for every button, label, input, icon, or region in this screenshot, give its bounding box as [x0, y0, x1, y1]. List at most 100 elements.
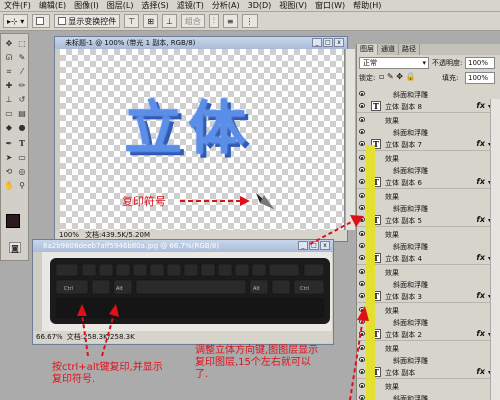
layer-effect-row[interactable]: 效果 — [357, 380, 491, 392]
move-tool-preset[interactable]: ▸⊹ ▾ — [3, 14, 29, 28]
distribute-h-button[interactable]: ≡ — [222, 14, 238, 28]
menu-item[interactable]: 图层(L) — [107, 0, 134, 12]
fx-icon[interactable]: fx — [476, 139, 485, 148]
eye-icon[interactable] — [359, 167, 365, 172]
menu-item[interactable]: 视图(V) — [279, 0, 307, 12]
fx-icon[interactable]: fx — [476, 291, 485, 300]
eye-icon[interactable] — [359, 269, 365, 274]
quick-mask-icon[interactable]: ◙ — [9, 242, 21, 253]
menu-item[interactable]: 图像(I) — [74, 0, 99, 12]
brush-tool-icon[interactable]: ✏ — [16, 80, 28, 91]
eye-icon[interactable] — [359, 155, 365, 160]
zoom-tool-icon[interactable]: ⚲ — [16, 180, 28, 191]
align-bottom-button[interactable]: ⊥ — [161, 14, 177, 28]
eye-icon[interactable] — [359, 129, 365, 134]
tab-paths[interactable]: 路径 — [399, 44, 420, 55]
layer-effect-row[interactable]: 斜面和浮雕 — [357, 354, 491, 366]
align-middle-button[interactable]: ⊞ — [143, 14, 158, 28]
layer-effect-row[interactable]: 效果 — [357, 266, 491, 278]
layers-scrollbar[interactable] — [490, 99, 500, 400]
maximize-icon[interactable]: □ — [323, 38, 333, 47]
eye-icon[interactable] — [359, 193, 365, 198]
fx-icon[interactable]: fx — [476, 101, 485, 110]
3d-rotate-icon[interactable]: ⟲ — [3, 166, 15, 177]
canvas[interactable]: 立体 立体 复印符号 — [60, 49, 345, 230]
menu-item[interactable]: 3D(D) — [248, 0, 272, 12]
show-transform-checkbox[interactable]: 显示变换控件 — [54, 14, 121, 28]
3d-orbit-icon[interactable]: ◎ — [16, 166, 28, 177]
menu-item[interactable]: 分析(A) — [212, 0, 240, 12]
menu-item[interactable]: 滤镜(T) — [177, 0, 204, 12]
layer-effect-row[interactable]: 效果 — [357, 190, 491, 202]
opacity-field[interactable]: 100% — [465, 57, 495, 69]
menu-item[interactable]: 编辑(E) — [39, 0, 66, 12]
layer-effect-row[interactable]: 斜面和浮雕 — [357, 88, 491, 100]
menu-item[interactable]: 窗口(W) — [315, 0, 345, 12]
eye-icon[interactable] — [359, 255, 365, 260]
layer-row[interactable]: T立体 副本 6fx▾ — [357, 176, 491, 189]
layer-effect-row[interactable]: 效果 — [357, 114, 491, 126]
foreground-color-swatch[interactable] — [6, 214, 20, 228]
blur-tool-icon[interactable]: ◆ — [3, 122, 15, 133]
menu-item[interactable]: 帮助(H) — [353, 0, 381, 12]
eye-icon[interactable] — [359, 141, 365, 146]
stamp-tool-icon[interactable]: ⊥ — [3, 94, 15, 105]
close-icon[interactable]: x — [334, 38, 344, 47]
fx-icon[interactable]: fx — [476, 253, 485, 262]
combine-button[interactable]: 组合 — [180, 14, 205, 28]
canvas-scrollbar[interactable] — [345, 49, 355, 230]
type-tool-icon[interactable]: T — [16, 138, 28, 149]
tab-layers[interactable]: 图层 — [357, 44, 378, 55]
pen-tool-icon[interactable]: ✒ — [3, 138, 15, 149]
layer-effect-row[interactable]: 效果 — [357, 342, 491, 354]
distribute-v-button[interactable]: ⋮ — [241, 14, 258, 28]
history-brush-icon[interactable]: ↺ — [16, 94, 28, 105]
align-top-button[interactable]: ⊤ — [124, 14, 140, 28]
layer-effect-row[interactable]: 斜面和浮雕 — [357, 278, 491, 290]
menu-item[interactable]: 文件(F) — [4, 0, 31, 12]
layer-effect-row[interactable]: 斜面和浮雕 — [357, 126, 491, 138]
move-tool-icon[interactable]: ✥ — [3, 38, 15, 49]
zoom-level[interactable]: 66.67% — [36, 331, 63, 343]
layer-effect-row[interactable]: 效果 — [357, 228, 491, 240]
path-select-icon[interactable]: ➤ — [3, 152, 15, 163]
auto-select-checkbox[interactable] — [32, 14, 51, 28]
layer-row[interactable]: T立体 副本 8fx▾ — [357, 100, 491, 113]
fx-icon[interactable]: fx — [476, 215, 485, 224]
minimize-icon[interactable]: _ — [312, 38, 322, 47]
dodge-tool-icon[interactable]: ● — [16, 122, 28, 133]
eye-icon[interactable] — [359, 117, 365, 122]
eyedropper-icon[interactable]: ⁄ — [16, 66, 28, 77]
layer-row[interactable]: T立体 副本 4fx▾ — [357, 252, 491, 265]
layer-effect-row[interactable]: 斜面和浮雕 — [357, 392, 491, 400]
layer-effect-row[interactable]: 斜面和浮雕 — [357, 240, 491, 252]
fx-icon[interactable]: fx — [476, 329, 485, 338]
fill-field[interactable]: 100% — [465, 72, 495, 84]
shape-tool-icon[interactable]: ▭ — [16, 152, 28, 163]
document-title[interactable]: 未标题-1 @ 100% (带光 1 副本, RGB/8) — [55, 37, 347, 49]
eye-icon[interactable] — [359, 281, 365, 286]
blend-mode-select[interactable]: 正常 ▾ — [359, 57, 429, 69]
quick-select-icon[interactable]: ✎ — [16, 52, 28, 63]
eye-icon[interactable] — [359, 103, 365, 108]
layer-row[interactable]: T立体 副本 5fx▾ — [357, 214, 491, 227]
layer-row[interactable]: T立体 副本 3fx▾ — [357, 290, 491, 303]
marquee-tool-icon[interactable]: ⬚ — [16, 38, 28, 49]
hand-tool-icon[interactable]: ✋ — [3, 180, 15, 191]
eye-icon[interactable] — [359, 91, 365, 96]
layer-effect-row[interactable]: 效果 — [357, 304, 491, 316]
eraser-tool-icon[interactable]: ▭ — [3, 108, 15, 119]
menu-item[interactable]: 选择(S) — [141, 0, 168, 12]
eye-icon[interactable] — [359, 179, 365, 184]
lock-icons[interactable]: ▫ ✎ ✥ 🔒 — [379, 72, 415, 81]
healing-brush-icon[interactable]: ✚ — [3, 80, 15, 91]
layer-effect-row[interactable]: 斜面和浮雕 — [357, 164, 491, 176]
tab-channels[interactable]: 通道 — [378, 44, 399, 55]
layer-row[interactable]: T立体 副本fx▾ — [357, 366, 491, 379]
distribute-button[interactable]: ⫶ — [208, 14, 219, 28]
fx-icon[interactable]: fx — [476, 177, 485, 186]
layer-row[interactable]: T立体 副本 7fx▾ — [357, 138, 491, 151]
layer-effect-row[interactable]: 斜面和浮雕 — [357, 202, 491, 214]
layer-row[interactable]: T立体 副本 2fx▾ — [357, 328, 491, 341]
fx-icon[interactable]: fx — [476, 367, 485, 376]
